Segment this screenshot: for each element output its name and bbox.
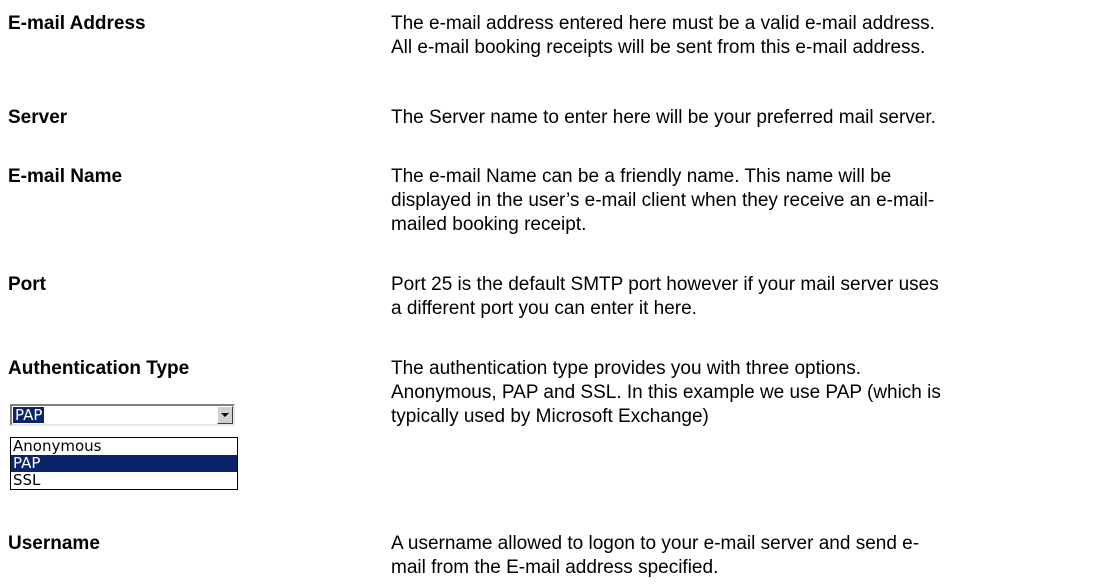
option-pap[interactable]: PAP [11,455,237,472]
desc-username: A username allowed to logon to your e-ma… [391,532,1103,580]
chevron-down-icon [221,413,229,417]
desc-line: The e-mail Name can be a friendly name. … [391,166,892,187]
desc-line: The e-mail address entered here must be … [391,13,935,34]
desc-line: mailed booking receipt. [391,214,587,235]
desc-line: All e-mail booking receipts will be sent… [391,37,926,58]
term-authentication-type: Authentication Type [8,358,190,379]
authentication-type-option-list: Anonymous PAP SSL [10,437,238,490]
option-anonymous[interactable]: Anonymous [11,438,237,455]
desc-line: The authentication type provides you wit… [391,358,862,379]
desc-port: Port 25 is the default SMTP port however… [391,273,1103,321]
desc-line: a different port you can enter it here. [391,298,697,319]
desc-line: mail from the E-mail address specified. [391,557,719,578]
dropdown-selected-value: PAP [13,406,45,424]
desc-line: typically used by Microsoft Exchange) [391,406,709,427]
authentication-type-dropdown[interactable]: PAP [10,404,235,426]
option-ssl[interactable]: SSL [11,472,237,489]
desc-authentication-type: The authentication type provides you wit… [391,357,1103,429]
desc-line: A username allowed to logon to your e-ma… [391,533,920,554]
term-username: Username [8,533,100,554]
desc-email-address: The e-mail address entered here must be … [391,12,1103,60]
term-server: Server [8,107,68,128]
term-email-address: E-mail Address [8,13,146,34]
desc-line: The Server name to enter here will be yo… [391,107,936,128]
desc-server: The Server name to enter here will be yo… [391,106,1103,130]
desc-line: Port 25 is the default SMTP port however… [391,274,939,295]
desc-line: Anonymous, PAP and SSL. In this example … [391,382,941,403]
desc-line: displayed in the user’s e-mail client wh… [391,190,935,211]
desc-email-name: The e-mail Name can be a friendly name. … [391,165,1103,237]
term-email-name: E-mail Name [8,166,123,187]
dropdown-toggle-button[interactable] [217,406,233,424]
term-port: Port [8,274,46,295]
